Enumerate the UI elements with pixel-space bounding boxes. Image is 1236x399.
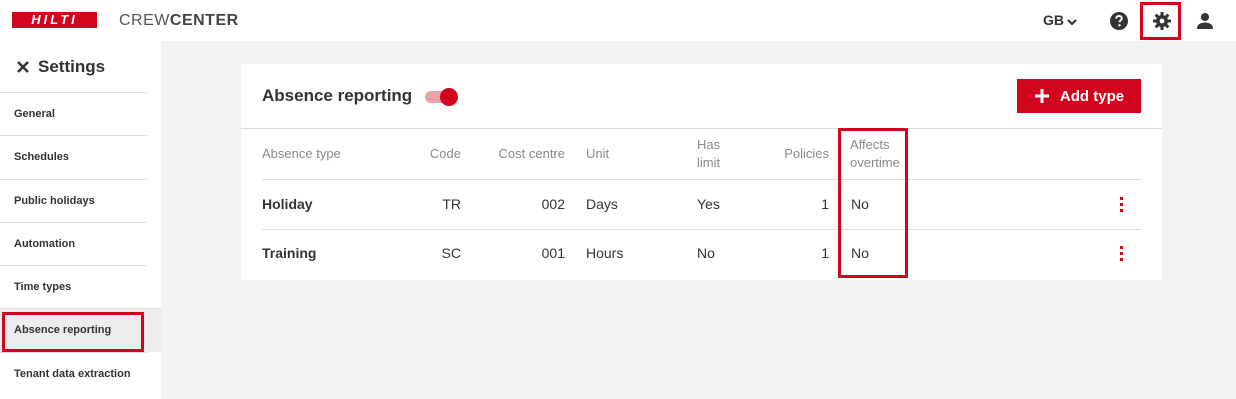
gear-highlight-frame — [1140, 2, 1181, 40]
row-2-has-limit: No — [697, 245, 715, 261]
settings-title: Settings — [16, 57, 105, 77]
absence-reporting-toggle[interactable] — [425, 88, 459, 106]
column-header-policies[interactable]: Policies — [761, 145, 829, 163]
app-name-light: CREW — [119, 12, 170, 29]
hilti-logo[interactable]: HILTI — [12, 12, 97, 28]
top-bar: HILTI CREWCENTER GB — [0, 0, 1236, 41]
column-header-cost-centre[interactable]: Cost centre — [485, 145, 565, 163]
language-label: GB — [1043, 12, 1064, 28]
row-1-code: TR — [442, 196, 461, 212]
has-limit-line-1: Has — [697, 137, 721, 152]
language-selector[interactable]: GB — [1043, 12, 1077, 28]
row-2-cost-centre: 001 — [541, 245, 565, 261]
settings-title-label: Settings — [38, 57, 106, 76]
absence-reporting-card: Absence reporting Add type Absence type … — [241, 64, 1162, 280]
sidebar-item-public-holidays[interactable]: Public holidays — [0, 178, 147, 222]
card-divider — [241, 128, 1162, 129]
row-1-more-icon[interactable] — [1120, 197, 1124, 215]
row-1-unit: Days — [586, 196, 618, 212]
header-divider — [262, 179, 1141, 180]
column-header-unit[interactable]: Unit — [586, 145, 609, 163]
card-title: Absence reporting — [262, 86, 413, 105]
app-name: CREWCENTER — [119, 12, 239, 30]
plus-icon — [1034, 89, 1049, 103]
app-name-bold: CENTER — [169, 12, 239, 29]
has-limit-line-2: limit — [697, 155, 721, 170]
active-item-highlight-frame — [2, 312, 144, 352]
column-header-absence-type[interactable]: Absence type — [262, 145, 341, 163]
sidebar-item-general[interactable]: General — [0, 92, 147, 135]
affects-overtime-highlight-frame — [838, 128, 908, 278]
sidebar-item-automation[interactable]: Automation — [0, 221, 147, 265]
toggle-knob — [440, 88, 458, 106]
row-1-absence-type: Holiday — [262, 196, 313, 212]
sidebar-item-schedules[interactable]: Schedules — [0, 135, 147, 178]
close-icon[interactable] — [16, 60, 30, 74]
column-header-has-limit[interactable]: Has limit — [697, 136, 720, 172]
add-type-label: Add type — [1059, 87, 1125, 105]
row-1-policies: 1 — [821, 196, 829, 212]
row-2-code: SC — [441, 245, 461, 261]
row-2-policies: 1 — [821, 245, 829, 261]
row-1-has-limit: Yes — [697, 196, 720, 212]
row-2-absence-type: Training — [262, 245, 317, 261]
row-2-more-icon[interactable] — [1120, 246, 1124, 264]
sidebar-item-time-types[interactable]: Time types — [0, 265, 147, 308]
chevron-down-icon — [1067, 19, 1077, 26]
help-icon[interactable] — [1108, 10, 1130, 32]
column-header-code[interactable]: Code — [401, 145, 461, 163]
row-2-unit: Hours — [586, 245, 624, 261]
row-1-cost-centre: 002 — [541, 196, 565, 212]
sidebar-item-tenant-data-extraction[interactable]: Tenant data extraction — [0, 351, 147, 395]
row-divider — [262, 229, 1141, 230]
user-icon[interactable] — [1194, 10, 1216, 32]
add-type-button[interactable]: Add type — [1017, 79, 1141, 113]
